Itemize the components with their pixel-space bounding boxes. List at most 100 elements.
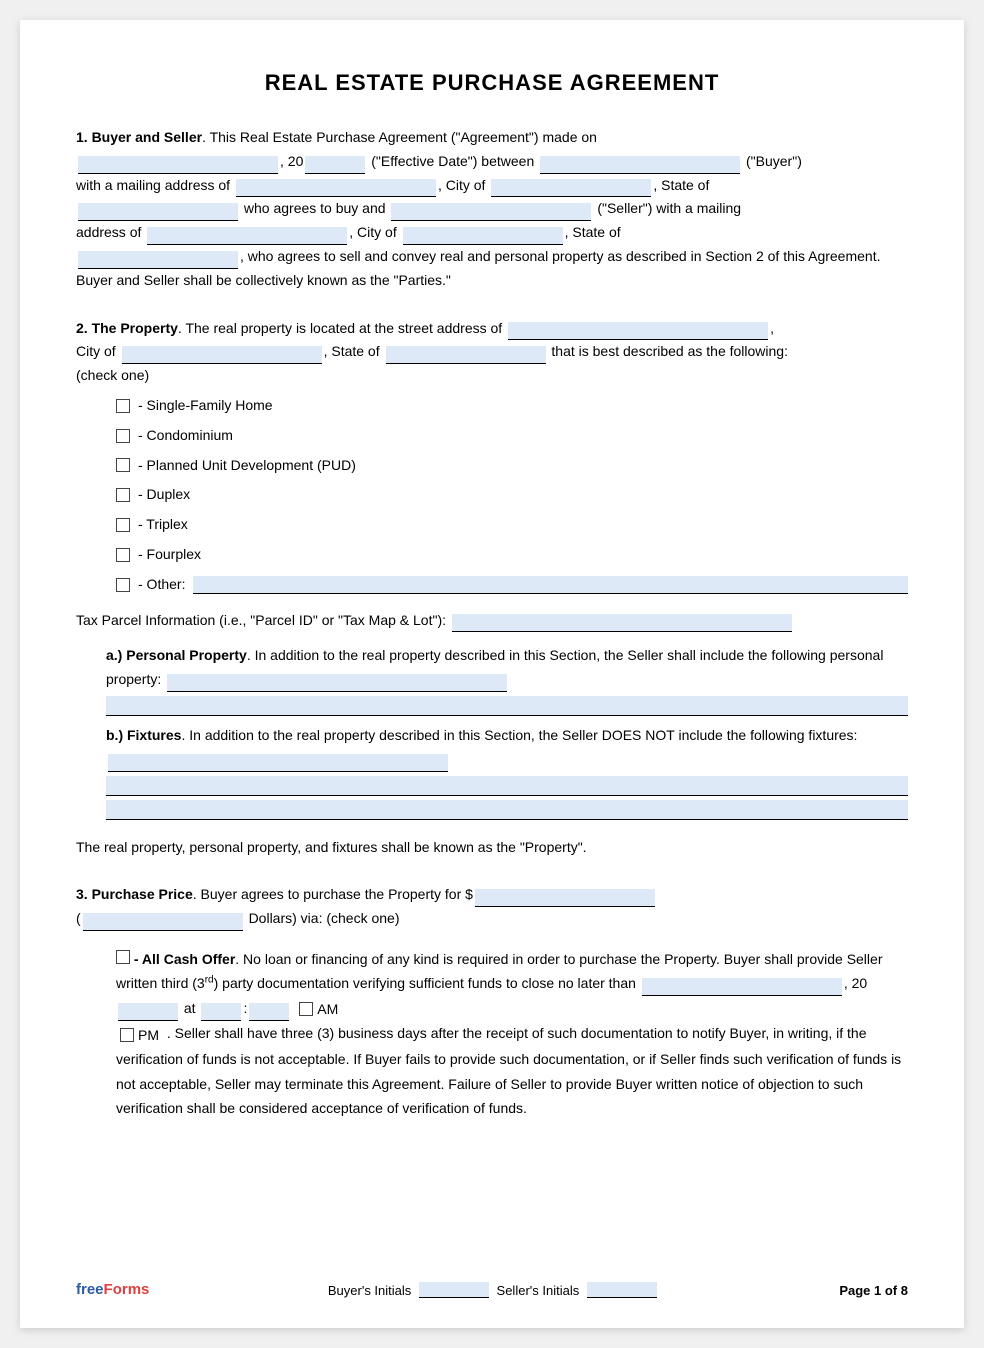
personal-property-header: a.) Personal Property (106, 647, 247, 663)
checkbox-single-family[interactable] (116, 399, 130, 413)
property-summary: The real property, personal property, an… (76, 836, 908, 860)
section-3-header: 3. Purchase Price (76, 886, 193, 902)
seller-name-field[interactable] (391, 203, 591, 221)
fixtures-field[interactable] (108, 754, 448, 772)
checkbox-cash-offer[interactable] (116, 950, 130, 964)
buyer-address-field[interactable] (236, 179, 436, 197)
checkbox-am[interactable] (299, 1002, 313, 1016)
seller-state-field[interactable] (78, 251, 238, 269)
checkbox-condominium[interactable] (116, 429, 130, 443)
effective-date-label: ("Effective Date") between (367, 153, 534, 169)
initials-section: Buyer's Initials Seller's Initials (328, 1282, 661, 1298)
section-3-intro: . Buyer agrees to purchase the Property … (193, 886, 473, 902)
section-1: 1. Buyer and Seller. This Real Estate Pu… (76, 126, 908, 293)
label-condominium: - Condominium (138, 424, 233, 448)
time-hour-field[interactable] (201, 1003, 241, 1021)
document-footer: freeForms Buyer's Initials Seller's Init… (20, 1281, 964, 1298)
checkbox-duplex[interactable] (116, 488, 130, 502)
property-state-field[interactable] (386, 346, 546, 364)
dollars-suffix: Dollars) via: (check one) (249, 910, 400, 926)
option-pud: - Planned Unit Development (PUD) (116, 454, 908, 478)
year-field[interactable] (305, 156, 365, 174)
buyer-suffix: ("Buyer") (742, 153, 802, 169)
personal-property-section: a.) Personal Property. In addition to th… (106, 644, 908, 716)
option-fourplex: - Fourplex (116, 543, 908, 567)
parcel-field[interactable] (452, 614, 792, 632)
buyer-city-field[interactable] (491, 179, 651, 197)
state-of-label: , State of (653, 177, 709, 193)
brand-logo: freeForms (76, 1281, 149, 1298)
state-of2-label: , State of (565, 224, 621, 240)
property-address-field[interactable] (508, 322, 768, 340)
checkbox-other[interactable] (116, 578, 130, 592)
cash-offer-20: , 20 (844, 975, 867, 991)
seller-city-field[interactable] (403, 227, 563, 245)
cash-offer-year-field[interactable] (118, 1003, 178, 1021)
personal-property-field[interactable] (167, 674, 507, 692)
address-of-label: address of (76, 224, 141, 240)
effective-date-field[interactable] (78, 156, 278, 174)
checkbox-pud[interactable] (116, 458, 130, 472)
buyers-initials-field[interactable] (419, 1282, 489, 1298)
page-number: Page 1 of 8 (839, 1283, 908, 1298)
city-of-prop-label: City of (76, 343, 116, 359)
purchase-price-words-field[interactable] (83, 913, 243, 931)
option-condominium: - Condominium (116, 424, 908, 448)
checkbox-triplex[interactable] (116, 518, 130, 532)
other-field[interactable] (193, 576, 908, 594)
label-duplex: - Duplex (138, 483, 190, 507)
am-checkbox-group: AM (299, 997, 338, 1022)
document-title: REAL ESTATE PURCHASE AGREEMENT (76, 70, 908, 96)
label-triplex: - Triplex (138, 513, 188, 537)
who-agrees-buy: who agrees to buy and (244, 200, 386, 216)
check-one-label: (check one) (76, 367, 149, 383)
with-mailing-label: with a mailing address of (76, 177, 230, 193)
property-city-field[interactable] (122, 346, 322, 364)
checkbox-pm[interactable] (120, 1028, 134, 1042)
brand-forms: Forms (104, 1281, 150, 1298)
parcel-line: Tax Parcel Information (i.e., "Parcel ID… (76, 609, 908, 633)
fixtures-field-3[interactable] (106, 800, 908, 820)
label-pud: - Planned Unit Development (PUD) (138, 454, 356, 478)
purchase-price-field[interactable] (475, 889, 655, 907)
pm-label: PM (138, 1023, 159, 1048)
am-label: AM (317, 997, 338, 1022)
best-described-label: that is best described as the following: (551, 343, 788, 359)
seller-address-field[interactable] (147, 227, 347, 245)
cash-offer-header: - All Cash Offer (134, 951, 235, 967)
buyer-name-field[interactable] (540, 156, 740, 174)
fixtures-header: b.) Fixtures (106, 727, 181, 743)
option-single-family: - Single-Family Home (116, 394, 908, 418)
label-fourplex: - Fourplex (138, 543, 201, 567)
year-prefix: , 20 (280, 153, 303, 169)
purchase-price-line: 3. Purchase Price. Buyer agrees to purch… (76, 883, 908, 931)
cash-offer-at: at (184, 1000, 196, 1016)
sellers-initials-field[interactable] (587, 1282, 657, 1298)
fixtures-text: . In addition to the real property descr… (181, 727, 857, 743)
city-of-label: , City of (438, 177, 485, 193)
cash-offer-date-field[interactable] (642, 978, 842, 996)
superscript-rd: rd (205, 975, 214, 986)
time-minute-field[interactable] (249, 1003, 289, 1021)
buyer-state-field[interactable] (78, 203, 238, 221)
label-single-family: - Single-Family Home (138, 394, 273, 418)
fixtures-field-2[interactable] (106, 776, 908, 796)
section-3: 3. Purchase Price. Buyer agrees to purch… (76, 883, 908, 1120)
city-of2-label: , City of (349, 224, 396, 240)
section-1-header: 1. Buyer and Seller (76, 129, 202, 145)
sellers-initials-label: Seller's Initials (497, 1283, 580, 1298)
seller-suffix: ("Seller") with a mailing (593, 200, 741, 216)
section-2: 2. The Property. The real property is lo… (76, 317, 908, 860)
document-page: REAL ESTATE PURCHASE AGREEMENT 1. Buyer … (20, 20, 964, 1328)
state-of-prop-label: , State of (324, 343, 380, 359)
label-other: - Other: (138, 573, 185, 597)
time-colon: : (243, 1000, 247, 1016)
personal-property-field-2[interactable] (106, 696, 908, 716)
buyers-initials-label: Buyer's Initials (328, 1283, 411, 1298)
section-1-intro: . This Real Estate Purchase Agreement ("… (202, 129, 597, 145)
brand-free: free (76, 1281, 104, 1298)
fixtures-section: b.) Fixtures. In addition to the real pr… (106, 724, 908, 820)
pm-checkbox-group: PM (120, 1023, 159, 1048)
checkbox-fourplex[interactable] (116, 548, 130, 562)
cash-offer-text2: ) party documentation verifying sufficie… (214, 975, 636, 991)
